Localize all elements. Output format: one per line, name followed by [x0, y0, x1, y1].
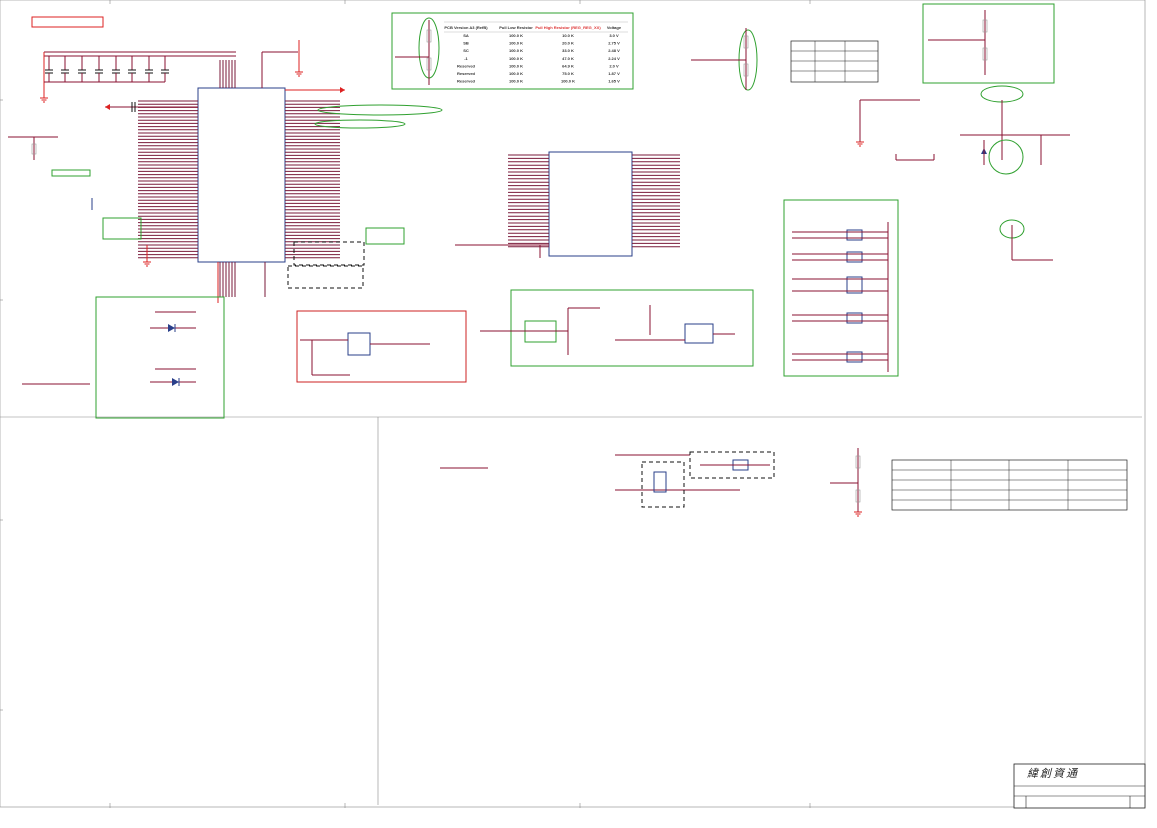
table-cell: 47.0 K	[562, 56, 574, 61]
table-cell: 100.0 K	[509, 79, 523, 84]
table-cell: 100.0 K	[509, 41, 523, 46]
table-cell: 2.75 V	[608, 41, 620, 46]
table-cell: 100.0 K	[509, 63, 523, 68]
table-cell: 100.0 K	[561, 79, 575, 84]
small-grid-table	[790, 40, 879, 83]
top-right-divider-block	[922, 3, 1055, 84]
table-header-cell: Pull High Resistor (REG_REG_XX)	[535, 25, 601, 30]
table-header-cell: PCB Version A3 (RefB)	[444, 25, 488, 30]
table-cell: 20.0 K	[562, 41, 574, 46]
emi-filter-group	[783, 199, 899, 377]
table-cell: 100.0 K	[509, 33, 523, 38]
main-ic-u1	[138, 60, 340, 303]
table-cell: SB	[463, 41, 469, 46]
table-cell: 1.65 V	[608, 79, 620, 84]
table-header-cell: Pull Low Resistor	[499, 25, 533, 30]
table-cell: 3.0 V	[609, 33, 619, 38]
schematic-sheet: PCB Version A3 (RefB) Pull Low Resistor Pu…	[0, 0, 1146, 809]
ic-u2	[455, 151, 680, 258]
table-cell: 33.0 K	[562, 48, 574, 53]
table-cell: -1	[464, 56, 468, 61]
transistor-switch-block	[296, 310, 467, 383]
table-cell: 64.9 K	[562, 63, 574, 68]
resistor-divider-top	[691, 28, 758, 91]
table-cell: Reserved	[457, 63, 476, 68]
table-header-cell: Voltage	[607, 25, 622, 30]
table-cell: 75.0 K	[562, 71, 574, 76]
sheet-label-box	[31, 16, 104, 28]
diode-power-block	[22, 296, 225, 419]
table-cell: 1.87 V	[608, 71, 620, 76]
table-cell: Reserved	[457, 79, 476, 84]
bottom-mosfet-block	[440, 451, 775, 508]
table-cell: 100.0 K	[509, 56, 523, 61]
table-cell: Reserved	[457, 71, 476, 76]
sheet-border	[0, 0, 1146, 808]
table-cell: 2.48 V	[608, 48, 620, 53]
ic-power-rail	[261, 40, 443, 289]
table-cell: 100.0 K	[509, 71, 523, 76]
bottom-right-table	[830, 448, 1128, 517]
table-cell: 10.0 K	[562, 33, 574, 38]
table-cell: SA	[463, 33, 469, 38]
table-cell: SC	[463, 48, 469, 53]
voltage-selection-table: PCB Version A3 (RefB) Pull Low Resistor Pu…	[391, 12, 634, 90]
company-logo-text: 緯創資通	[1027, 767, 1079, 780]
regulator-block	[480, 289, 754, 367]
table-cell: 2.24 V	[608, 56, 620, 61]
table-cell: 100.0 K	[509, 48, 523, 53]
title-block: 緯創資通	[1013, 763, 1146, 809]
table-cell: 2.0 V	[609, 63, 619, 68]
